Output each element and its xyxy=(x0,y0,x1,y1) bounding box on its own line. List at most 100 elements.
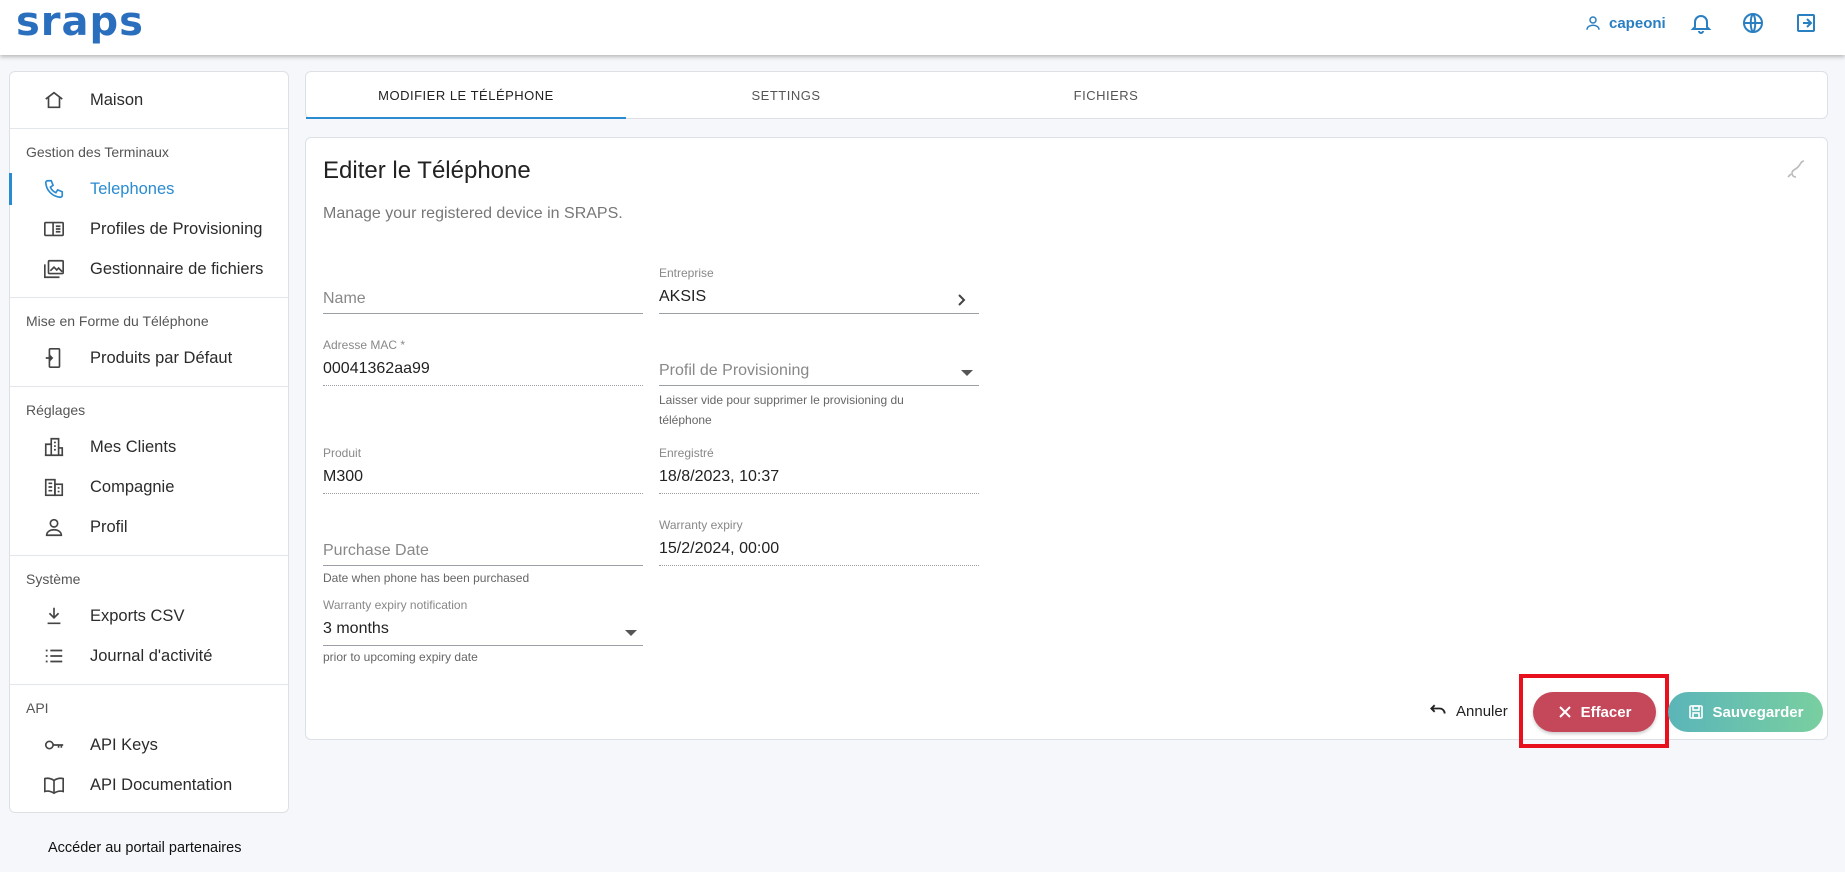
username: capeoni xyxy=(1609,14,1666,32)
page-title: Editer le Téléphone xyxy=(323,157,531,184)
sidebar-item-maison[interactable]: Maison xyxy=(10,80,288,120)
section-title-terminaux: Gestion des Terminaux xyxy=(26,144,169,160)
purchase-date-placeholder: Purchase Date xyxy=(323,542,429,559)
sidebar-item-api-documentation[interactable]: API Documentation xyxy=(10,765,288,805)
divider xyxy=(10,128,288,129)
sidebar-item-file-manager[interactable]: Gestionnaire de fichiers xyxy=(10,249,288,289)
photo-library-icon xyxy=(42,257,66,281)
entreprise-value: AKSIS xyxy=(659,288,707,305)
undo-icon xyxy=(1428,701,1448,721)
purchase-date-hint: Date when phone has been purchased xyxy=(323,571,530,585)
purchase-date-field[interactable]: Purchase Date xyxy=(323,522,643,566)
sidebar-item-profil[interactable]: Profil xyxy=(10,507,288,547)
registered-date-value: 18/8/2023, 10:37 xyxy=(659,468,780,485)
produit-field: Produit M300 xyxy=(323,446,643,494)
sidebar-item-label: API Keys xyxy=(90,735,158,754)
sidebar-item-journal-activite[interactable]: Journal d'activité xyxy=(10,636,288,676)
globe-icon[interactable] xyxy=(1741,11,1765,35)
phone-icon xyxy=(42,177,66,201)
sidebar: Maison Gestion des Terminaux Telephones … xyxy=(9,71,289,813)
tab-fichiers[interactable]: FICHIERS xyxy=(946,72,1266,118)
section-title-reglages: Réglages xyxy=(26,402,86,418)
tab-settings[interactable]: SETTINGS xyxy=(626,72,946,118)
sidebar-item-label: Journal d'activité xyxy=(90,646,213,665)
cancel-label: Annuler xyxy=(1456,702,1508,720)
warranty-expiry-value: 15/2/2024, 00:00 xyxy=(659,540,780,557)
name-placeholder: Name xyxy=(323,290,366,307)
warranty-expiry-label: Warranty expiry xyxy=(659,518,743,532)
chevron-right-icon[interactable] xyxy=(953,292,969,308)
section-title-systeme: Système xyxy=(26,571,81,587)
logout-icon[interactable] xyxy=(1794,11,1818,35)
divider xyxy=(10,297,288,298)
divider xyxy=(10,684,288,685)
device-icon xyxy=(42,346,66,370)
divider xyxy=(10,386,288,387)
mac-address-label: Adresse MAC * xyxy=(323,338,406,352)
home-icon xyxy=(42,88,66,112)
edit-phone-card: Editer le Téléphone Manage your register… xyxy=(305,137,1828,740)
provisioning-profile-select[interactable]: Profil de Provisioning xyxy=(659,342,979,386)
sidebar-item-label: Exports CSV xyxy=(90,606,185,625)
company-icon xyxy=(42,475,66,499)
user-icon xyxy=(1584,14,1602,32)
highlight-box xyxy=(1519,674,1669,748)
tab-modifier-telephone[interactable]: MODIFIER LE TÉLÉPHONE xyxy=(306,72,626,119)
section-title-mise-en-forme: Mise en Forme du Téléphone xyxy=(26,313,209,329)
warranty-notification-select[interactable]: Warranty expiry notification 3 months xyxy=(323,598,643,646)
entreprise-field[interactable]: Entreprise AKSIS xyxy=(659,266,979,314)
sidebar-item-api-keys[interactable]: API Keys xyxy=(10,725,288,765)
sidebar-item-label: Profiles de Provisioning xyxy=(90,219,263,238)
registered-date-field: Enregistré 18/8/2023, 10:37 xyxy=(659,446,979,494)
sidebar-item-profiles-provisioning[interactable]: Profiles de Provisioning xyxy=(10,209,288,249)
sidebar-item-label: Mes Clients xyxy=(90,437,177,456)
sidebar-item-label: API Documentation xyxy=(90,775,233,794)
save-icon xyxy=(1688,704,1704,720)
book-icon xyxy=(42,773,66,797)
provisioning-profile-placeholder: Profil de Provisioning xyxy=(659,362,810,379)
sidebar-item-label: Telephones xyxy=(90,179,175,198)
save-label: Sauvegarder xyxy=(1712,703,1804,721)
page-subtitle: Manage your registered device in SRAPS. xyxy=(323,205,623,222)
phone-icon xyxy=(1784,157,1808,181)
buildings-icon xyxy=(42,435,66,459)
warranty-expiry-field: Warranty expiry 15/2/2024, 00:00 xyxy=(659,518,979,566)
save-button[interactable]: Sauvegarder xyxy=(1668,692,1823,732)
user-menu[interactable]: capeoni xyxy=(1584,12,1666,34)
cancel-button[interactable]: Annuler xyxy=(1428,699,1508,723)
sidebar-item-telephones[interactable]: Telephones xyxy=(9,169,288,209)
bell-icon[interactable] xyxy=(1689,11,1713,35)
sidebar-item-exports-csv[interactable]: Exports CSV xyxy=(10,596,288,636)
sidebar-item-compagnie[interactable]: Compagnie xyxy=(10,467,288,507)
provisioning-hint: Laisser vide pour supprimer le provision… xyxy=(659,393,904,427)
mac-address-field[interactable]: Adresse MAC * 00041362aa99 xyxy=(323,338,643,386)
sraps-logo[interactable]: sraps xyxy=(16,2,144,42)
divider xyxy=(10,555,288,556)
name-field[interactable]: Name xyxy=(323,270,643,314)
sidebar-item-label: Maison xyxy=(90,90,144,109)
sidebar-item-mes-clients[interactable]: Mes Clients xyxy=(10,427,288,467)
sidebar-item-label: Gestionnaire de fichiers xyxy=(90,259,264,278)
warranty-notification-label: Warranty expiry notification xyxy=(323,598,468,612)
profile-book-icon xyxy=(42,217,66,241)
section-title-api: API xyxy=(26,700,49,716)
sidebar-item-label: Compagnie xyxy=(90,477,175,496)
registered-date-label: Enregistré xyxy=(659,446,714,460)
warranty-notification-value: 3 months xyxy=(323,620,389,637)
mac-address-value: 00041362aa99 xyxy=(323,360,430,377)
sidebar-item-produits-par-defaut[interactable]: Produits par Défaut xyxy=(10,338,288,378)
top-bar: sraps capeoni xyxy=(0,0,1845,55)
dropdown-caret-icon xyxy=(625,630,637,636)
download-icon xyxy=(42,604,66,628)
list-icon xyxy=(42,644,66,668)
produit-label: Produit xyxy=(323,446,362,460)
entreprise-label: Entreprise xyxy=(659,266,714,280)
key-icon xyxy=(42,733,66,757)
warranty-notification-hint: prior to upcoming expiry date xyxy=(323,650,478,664)
dropdown-caret-icon xyxy=(961,370,973,376)
partner-portal-link[interactable]: Accéder au portail partenaires xyxy=(48,840,241,856)
sidebar-item-label: Profil xyxy=(90,517,128,536)
sidebar-item-label: Produits par Défaut xyxy=(90,348,233,367)
person-icon xyxy=(42,515,66,539)
produit-value: M300 xyxy=(323,468,364,485)
